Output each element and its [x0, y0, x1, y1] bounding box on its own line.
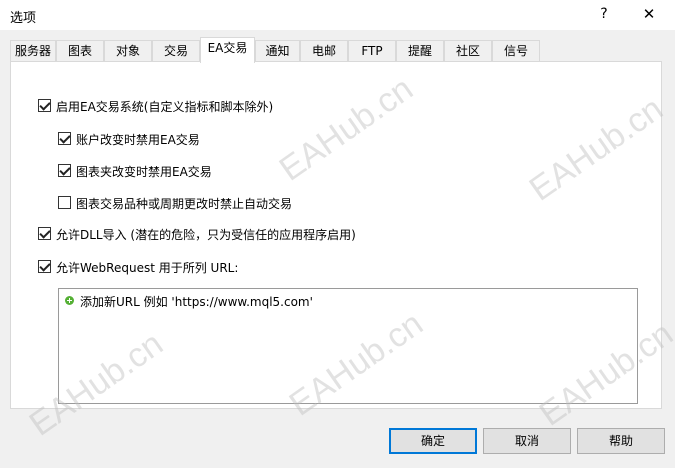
plus-icon[interactable]: [65, 296, 74, 305]
tab-expert-advisors[interactable]: EA交易: [200, 37, 255, 63]
enable-ea-checkbox[interactable]: [38, 99, 51, 112]
disable-account-change-checkbox[interactable]: [58, 132, 71, 145]
disable-symbol-period-change-checkbox[interactable]: [58, 196, 71, 209]
cancel-button[interactable]: 取消: [483, 428, 571, 454]
tab-community[interactable]: 社区: [444, 40, 492, 62]
ea-options-panel: 启用EA交易系统(自定义指标和脚本除外) 账户改变时禁用EA交易 图表夹改变时禁…: [10, 61, 662, 409]
disable-profile-change-checkbox[interactable]: [58, 164, 71, 177]
disable-account-change-label: 账户改变时禁用EA交易: [76, 133, 200, 147]
disable-profile-change-label: 图表夹改变时禁用EA交易: [76, 165, 212, 179]
tab-charts[interactable]: 图表: [56, 40, 104, 62]
title-bar: 选项 ? ✕: [0, 0, 675, 30]
tab-alerts[interactable]: 提醒: [396, 40, 444, 62]
tab-server[interactable]: 服务器: [10, 40, 56, 62]
tab-email[interactable]: 电邮: [300, 40, 348, 62]
help-question-button[interactable]: ?: [590, 2, 618, 26]
help-button[interactable]: 帮助: [577, 428, 665, 454]
tab-trade[interactable]: 交易: [152, 40, 200, 62]
allow-dll-checkbox[interactable]: [38, 227, 51, 240]
close-button[interactable]: ✕: [626, 0, 672, 28]
window-title: 选项: [10, 11, 37, 26]
enable-ea-label: 启用EA交易系统(自定义指标和脚本除外): [56, 100, 274, 114]
tab-ftp[interactable]: FTP: [348, 40, 396, 62]
add-url-item[interactable]: 添加新URL 例如 'https://www.mql5.com': [80, 293, 313, 310]
allow-dll-label: 允许DLL导入 (潜在的危险，只为受信任的应用程序启用): [56, 228, 356, 242]
tab-signals[interactable]: 信号: [492, 40, 540, 62]
disable-symbol-period-change-label: 图表交易品种或周期更改时禁止自动交易: [76, 197, 293, 211]
ok-button[interactable]: 确定: [389, 428, 477, 454]
allow-webrequest-checkbox[interactable]: [38, 260, 51, 273]
allow-webrequest-label: 允许WebRequest 用于所列 URL:: [56, 261, 239, 275]
url-list[interactable]: 添加新URL 例如 'https://www.mql5.com': [58, 288, 638, 404]
tab-notifications[interactable]: 通知: [255, 40, 300, 62]
tab-objects[interactable]: 对象: [104, 40, 152, 62]
